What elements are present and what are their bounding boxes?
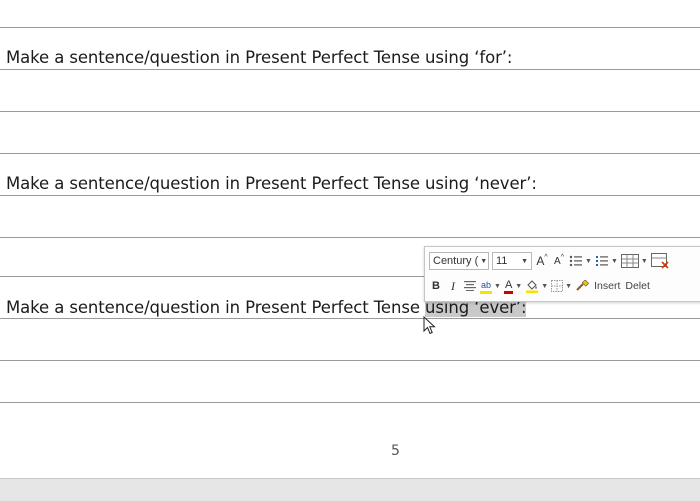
align-center-icon [464, 281, 476, 291]
italic-button[interactable]: I [446, 276, 460, 296]
insert-button[interactable]: Insert [592, 276, 620, 296]
font-size-value: 11 [496, 255, 508, 267]
answer-line [0, 195, 700, 196]
answer-line [0, 318, 700, 319]
numbering-button[interactable]: ▼ [595, 251, 618, 271]
delete-button[interactable]: Delet [623, 276, 650, 296]
table-icon [620, 254, 639, 268]
answer-line [0, 153, 700, 154]
align-center-button[interactable] [463, 276, 477, 296]
mouse-pointer-icon [423, 316, 436, 335]
answer-line [0, 27, 700, 28]
mini-toolbar-row-format: Century ( ▼ 11 ▼ A ^ A ^ ▼ ▼ ▼ [429, 250, 672, 272]
font-color-button[interactable]: A ▼ [503, 276, 522, 296]
answer-line [0, 111, 700, 112]
font-name-value: Century ( [433, 255, 479, 267]
borders-icon [551, 280, 564, 292]
highlight-icon: ab [480, 279, 493, 294]
paint-bucket-icon [526, 280, 539, 293]
format-painter-button[interactable] [575, 276, 590, 296]
page-number: 5 [391, 443, 400, 459]
chevron-down-icon[interactable]: ▼ [515, 283, 522, 290]
prompt-for[interactable]: Make a sentence/question in Present Perf… [6, 48, 512, 67]
borders-button[interactable]: ▼ [551, 276, 572, 296]
document-page[interactable]: Make a sentence/question in Present Perf… [0, 0, 700, 478]
bold-button[interactable]: B [429, 276, 443, 296]
format-painter-icon [576, 280, 590, 291]
insert-label: Insert [594, 280, 621, 292]
chevron-down-icon[interactable]: ▼ [480, 258, 487, 265]
prompt-never[interactable]: Make a sentence/question in Present Perf… [6, 174, 537, 193]
delete-table-icon [650, 253, 669, 269]
chevron-down-icon[interactable]: ▼ [521, 258, 528, 265]
delete-label: Delet [625, 280, 650, 292]
delete-table-button[interactable] [650, 251, 669, 271]
highlight-button[interactable]: ab ▼ [480, 276, 501, 296]
chevron-down-icon[interactable]: ▼ [494, 283, 501, 290]
font-color-icon: A [503, 279, 514, 294]
caret-up-icon: ^ [544, 253, 548, 261]
answer-line [0, 69, 700, 70]
answer-line [0, 402, 700, 403]
grow-font-button[interactable]: A ^ [535, 251, 549, 271]
mini-toolbar: Century ( ▼ 11 ▼ A ^ A ^ ▼ ▼ ▼ B I ab ▼ … [424, 246, 700, 302]
mini-toolbar-row-style: B I ab ▼ A ▼ ▼ ▼ Insert Delet [429, 275, 653, 297]
caret-up-icon: ^ [560, 253, 564, 261]
shading-button[interactable]: ▼ [525, 276, 548, 296]
shrink-font-icon: A [554, 255, 561, 267]
font-name-combo[interactable]: Century ( ▼ [429, 252, 489, 270]
chevron-down-icon[interactable]: ▼ [641, 258, 648, 265]
grow-font-icon: A [536, 254, 545, 268]
shrink-font-button[interactable]: A ^ [552, 251, 566, 271]
prompt-ever-text[interactable]: Make a sentence/question in Present Perf… [6, 298, 425, 317]
numbered-list-icon [595, 256, 608, 266]
answer-line [0, 360, 700, 361]
bullet-list-icon [569, 255, 582, 267]
font-size-combo[interactable]: 11 ▼ [492, 252, 532, 270]
answer-line [0, 237, 700, 238]
chevron-down-icon[interactable]: ▼ [585, 258, 592, 265]
chevron-down-icon[interactable]: ▼ [611, 258, 618, 265]
status-bar [0, 478, 700, 501]
bullets-button[interactable]: ▼ [569, 251, 592, 271]
table-button[interactable]: ▼ [620, 251, 648, 271]
chevron-down-icon[interactable]: ▼ [541, 283, 548, 290]
chevron-down-icon[interactable]: ▼ [565, 283, 572, 290]
